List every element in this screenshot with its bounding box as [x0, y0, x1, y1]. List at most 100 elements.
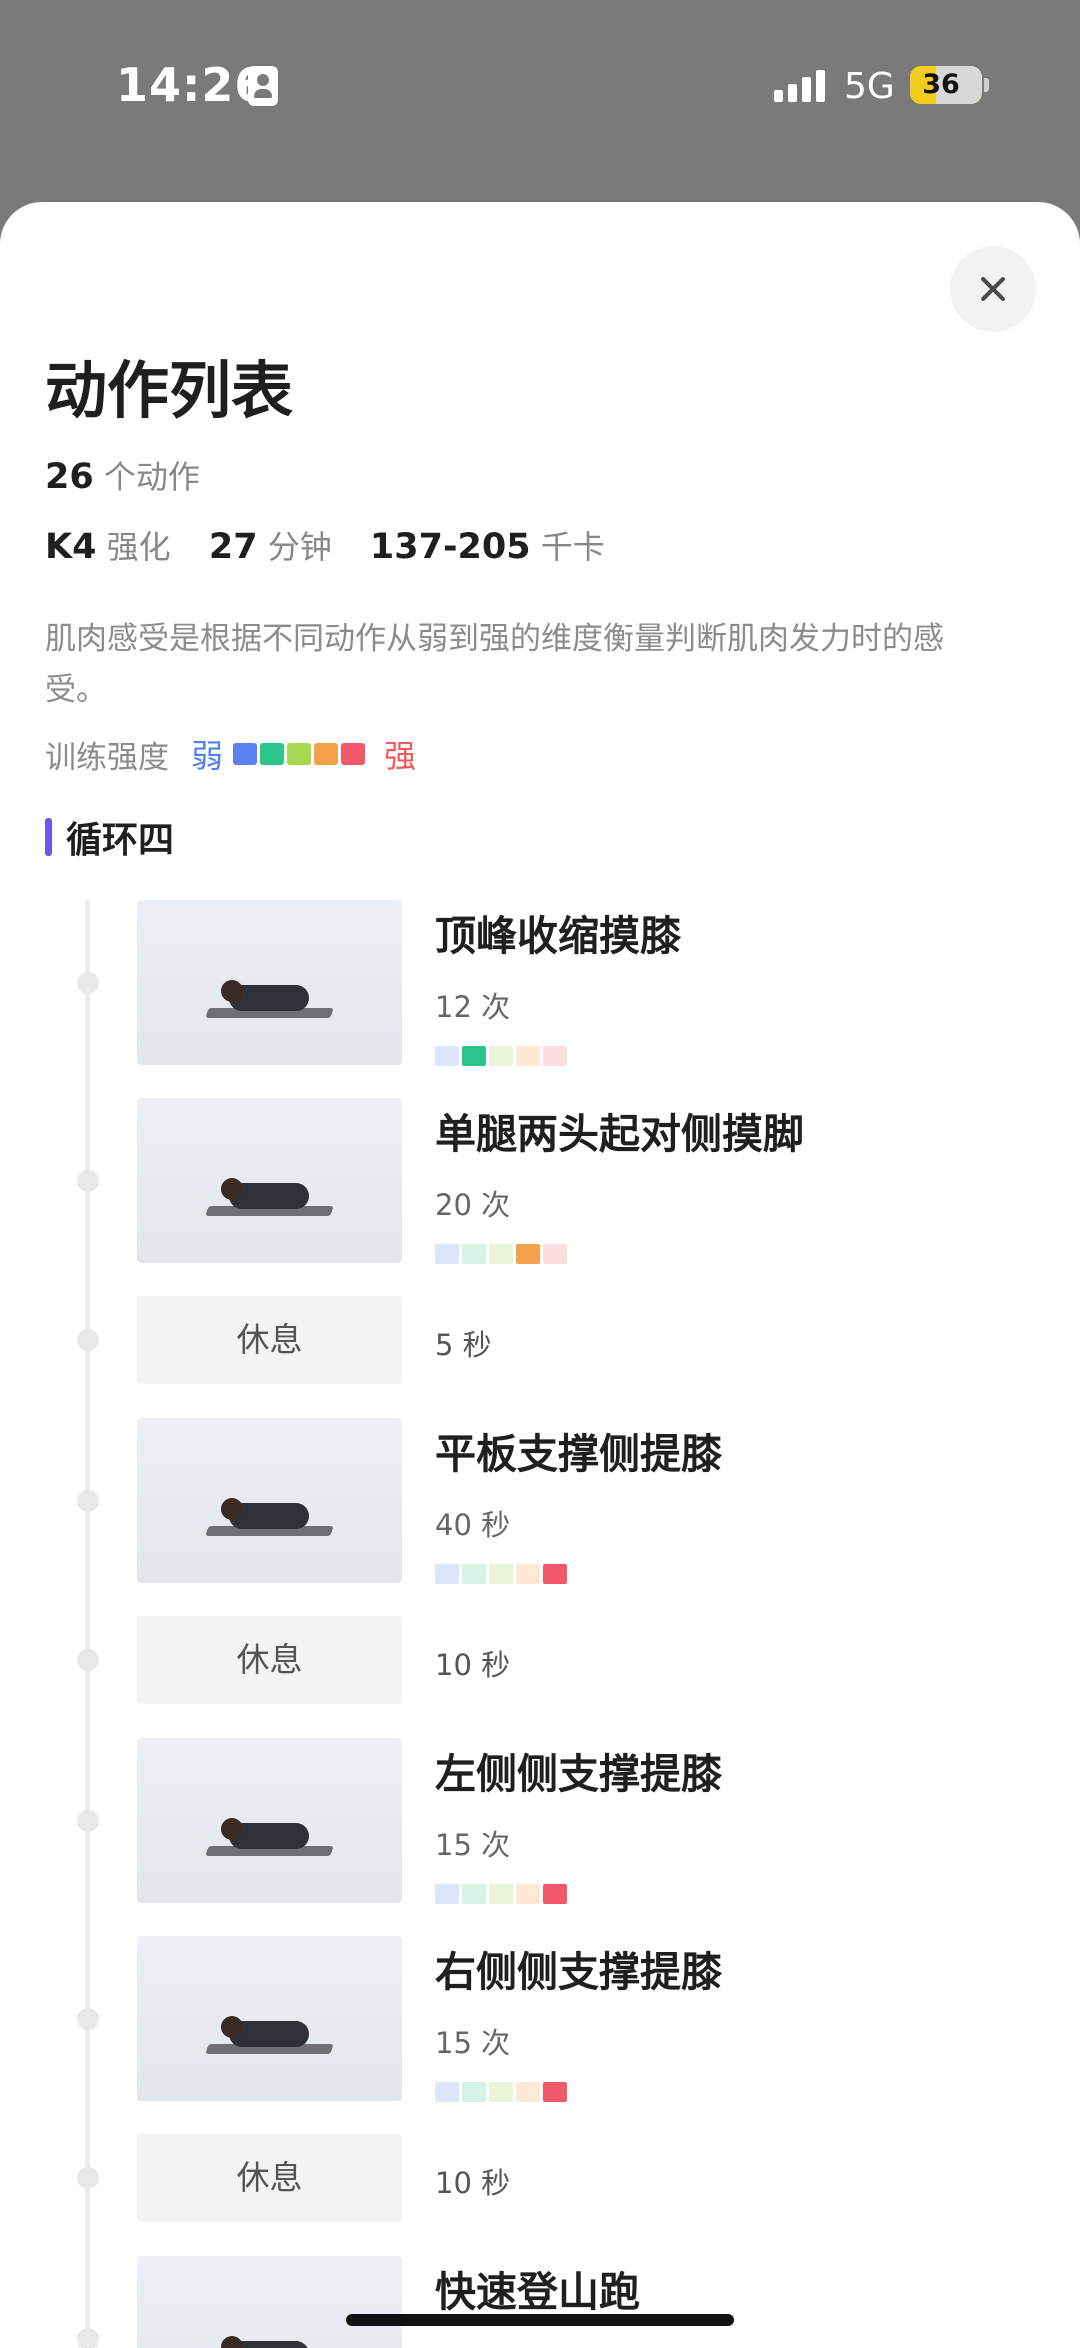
rest-duration: 10 秒: [435, 2166, 511, 2200]
intensity-scale-level-2: [260, 743, 285, 765]
intensity-level-2: [462, 1884, 486, 1904]
contact-card-icon: [248, 66, 278, 106]
thumbnail-figure-head: [221, 2336, 243, 2348]
network-type: 5G: [844, 66, 895, 107]
thumbnail-figure-head: [221, 1818, 243, 1840]
intensity-level-4: [516, 1046, 540, 1066]
level-stat: K4 强化: [45, 527, 181, 567]
intensity-level-4: [516, 1244, 540, 1264]
calories-stat: 137-205 千卡: [369, 527, 605, 567]
intensity-scale: [233, 743, 368, 765]
intensity-level-5: [543, 2082, 567, 2102]
exercise-thumbnail[interactable]: [137, 1936, 402, 2101]
intensity-level-1: [435, 2082, 459, 2102]
exercise-count: 20 次: [435, 1188, 511, 1222]
intensity-level-3: [489, 1884, 513, 1904]
calories-unit: 千卡: [540, 528, 605, 566]
intensity-level-4: [516, 1564, 540, 1584]
intensity-level-1: [435, 1884, 459, 1904]
rest-duration: 10 秒: [435, 1648, 511, 1682]
signal-strength-icon: [774, 66, 828, 102]
exercise-name: 单腿两头起对侧摸脚: [435, 1110, 804, 1158]
muscle-feel-description: 肌肉感受是根据不同动作从弱到强的维度衡量判断肌肉发力时的感受。: [45, 621, 944, 708]
thumbnail-figure-head: [221, 1498, 243, 1520]
intensity-level-2: [462, 1244, 486, 1264]
strong-label: 强: [384, 737, 417, 775]
intensity-level-5: [543, 1046, 567, 1066]
exercise-thumbnail[interactable]: [137, 1418, 402, 1583]
intensity-level-5: [543, 1884, 567, 1904]
intensity-level-2: [462, 2082, 486, 2102]
action-list-sheet: 动作列表 26 个动作 K4 强化 27 分钟 137-205 千卡 肌肉感受是…: [0, 202, 1080, 2348]
timeline-dot: [77, 1649, 99, 1671]
exercise-count: 40 秒: [435, 1508, 511, 1542]
battery-icon: 36: [910, 66, 982, 104]
intensity-scale-level-4: [314, 743, 339, 765]
exercise-name: 左侧侧支撑提膝: [435, 1750, 722, 1798]
thumbnail-figure-head: [221, 980, 243, 1002]
rest-label: 休息: [137, 2134, 402, 2222]
intensity-scale-level-5: [341, 743, 366, 765]
intensity-level-1: [435, 1564, 459, 1584]
timeline-dot: [77, 1490, 99, 1512]
intensity-level-4: [516, 1884, 540, 1904]
intensity-level-4: [516, 2082, 540, 2102]
exercise-name: 顶峰收缩摸膝: [435, 912, 681, 960]
intensity-indicator: [435, 1046, 570, 1066]
timeline-dot: [77, 1170, 99, 1192]
action-count: 26 个动作: [45, 452, 200, 498]
intensity-level-2: [462, 1046, 486, 1066]
duration-unit: 分钟: [267, 528, 332, 566]
calories-value: 137-205: [369, 527, 531, 567]
intensity-level-1: [435, 1046, 459, 1066]
exercise-thumbnail[interactable]: [137, 1098, 402, 1263]
intensity-level-3: [489, 1244, 513, 1264]
workout-stats: K4 强化 27 分钟 137-205 千卡: [45, 522, 633, 568]
rest-label: 休息: [137, 1296, 402, 1384]
intensity-scale-level-3: [287, 743, 312, 765]
intensity-legend: 训练强度 弱 强: [45, 732, 416, 776]
exercise-thumbnail[interactable]: [137, 2256, 402, 2348]
intensity-indicator: [435, 1244, 570, 1264]
intensity-indicator: [435, 1564, 570, 1584]
circuit-label: 循环四: [66, 820, 175, 861]
intensity-scale-level-1: [233, 743, 258, 765]
exercise-name: 右侧侧支撑提膝: [435, 1948, 722, 1996]
intensity-indicator: [435, 2082, 570, 2102]
thumbnail-figure-head: [221, 1178, 243, 1200]
action-count-value: 26: [45, 457, 94, 497]
weak-label: 弱: [191, 737, 224, 775]
page-title: 动作列表: [45, 354, 294, 427]
timeline-dot: [77, 2328, 99, 2348]
rest-duration: 5 秒: [435, 1328, 492, 1362]
intensity-level-5: [543, 1564, 567, 1584]
status-bar: 14:26 5G 36: [0, 0, 1080, 170]
exercise-name: 平板支撑侧提膝: [435, 1430, 722, 1478]
intensity-level-2: [462, 1564, 486, 1584]
intensity-level-1: [435, 1244, 459, 1264]
close-button[interactable]: [950, 246, 1036, 332]
timeline-line: [85, 900, 90, 2348]
exercise-thumbnail[interactable]: [137, 900, 402, 1065]
circuit-header: 循环四: [45, 818, 174, 861]
exercise-name: 快速登山跑: [435, 2268, 640, 2316]
timeline-dot: [77, 1329, 99, 1351]
level-value: K4: [45, 527, 97, 567]
exercise-count: 12 次: [435, 990, 511, 1024]
timeline-dot: [77, 2008, 99, 2030]
status-time: 14:26: [116, 58, 268, 112]
home-indicator[interactable]: [346, 2314, 734, 2326]
action-count-unit: 个动作: [103, 458, 200, 496]
intensity-label: 训练强度: [45, 739, 169, 776]
battery-level: 36: [922, 69, 960, 100]
timeline-dot: [77, 1810, 99, 1832]
battery-cap: [984, 78, 989, 92]
duration-value: 27: [208, 527, 258, 567]
exercise-thumbnail[interactable]: [137, 1738, 402, 1903]
timeline-dot: [77, 972, 99, 994]
exercise-count: 15 次: [435, 2026, 511, 2060]
rest-label: 休息: [137, 1616, 402, 1704]
intensity-level-3: [489, 1564, 513, 1584]
intensity-indicator: [435, 1884, 570, 1904]
circuit-accent-bar: [45, 818, 52, 856]
